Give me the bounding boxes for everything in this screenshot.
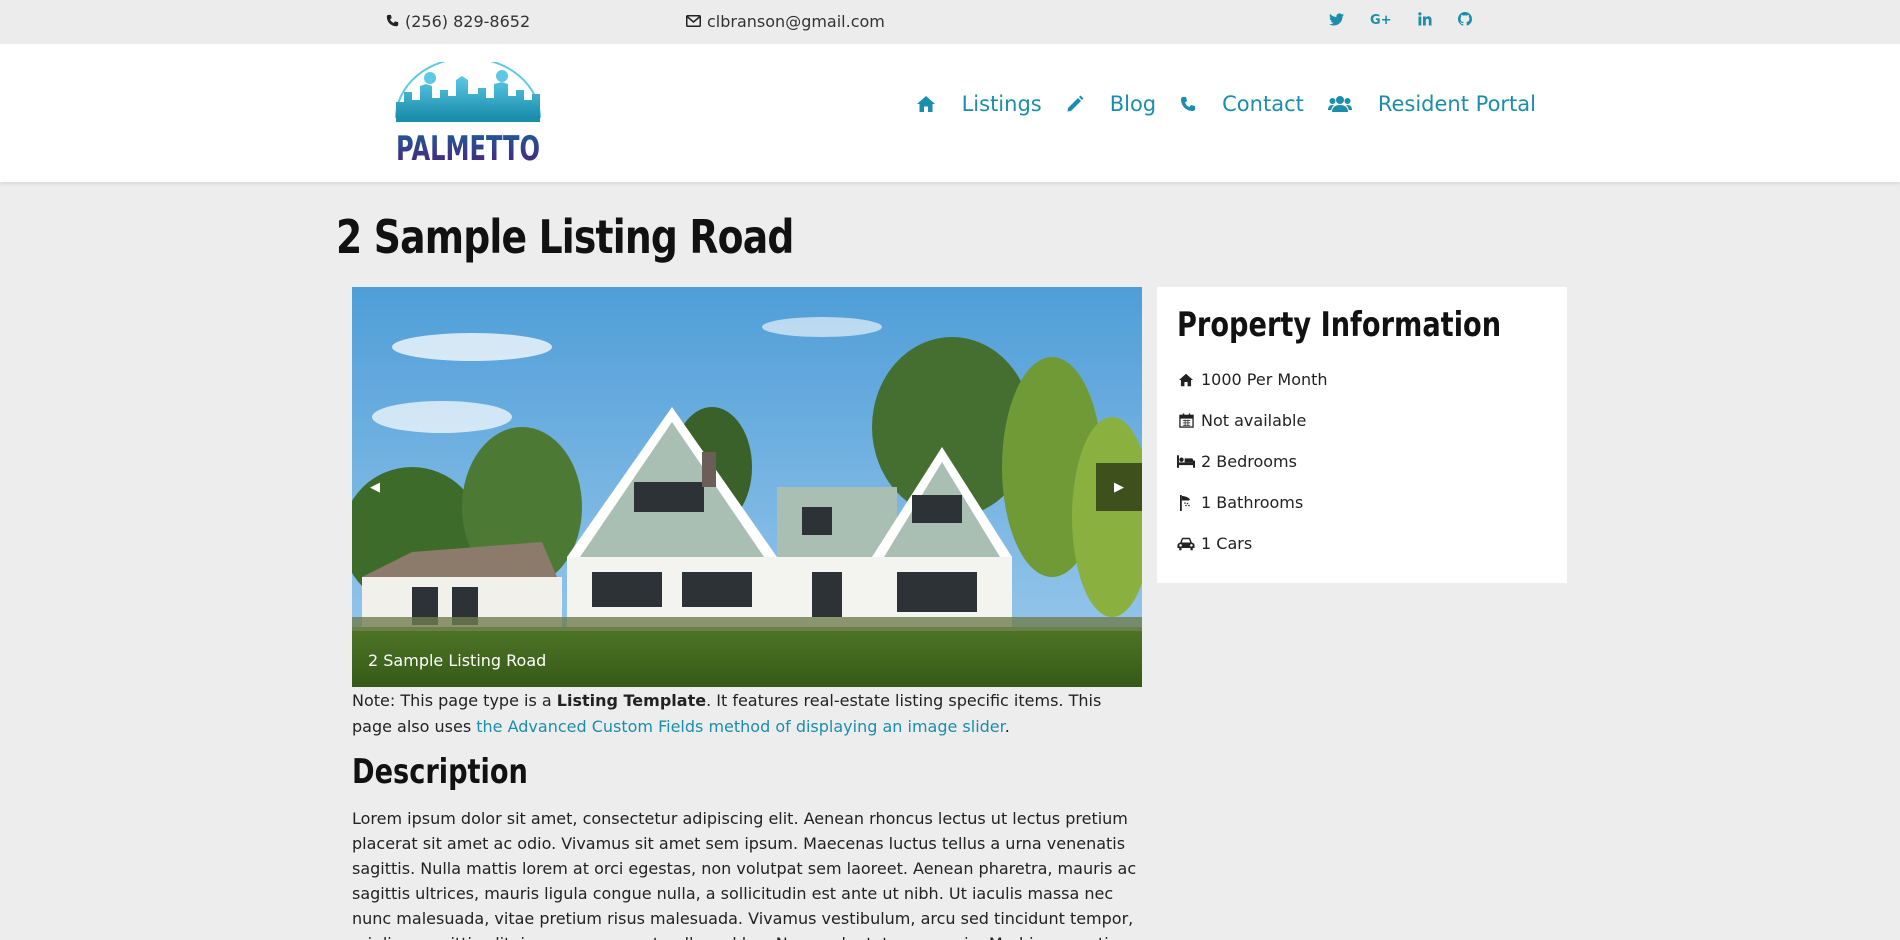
top-email: clbranson@gmail.com <box>686 12 885 31</box>
github-icon[interactable] <box>1458 12 1472 26</box>
property-bathrooms: 1 Bathrooms <box>1177 482 1328 523</box>
slider-next-button[interactable]: ▶ <box>1096 463 1142 511</box>
phone-icon <box>386 12 399 31</box>
site-header: PALMETTO Listings Blog Contact Resident … <box>0 44 1900 182</box>
description-heading: Description <box>352 752 528 792</box>
page-title: 2 Sample Listing Road <box>336 210 794 264</box>
envelope-icon <box>686 12 701 31</box>
users-icon <box>1327 95 1352 113</box>
palmetto-logo[interactable]: PALMETTO <box>390 57 546 169</box>
image-slider[interactable]: 2 Sample Listing Road ◀ ▶ <box>352 287 1142 687</box>
nav-item-listings[interactable]: Listings <box>916 92 1066 116</box>
acf-slider-link[interactable]: the Advanced Custom Fields method of dis… <box>476 717 1005 736</box>
slider-prev-button[interactable]: ◀ <box>352 463 398 511</box>
twitter-icon[interactable] <box>1329 12 1344 26</box>
property-cars: 1 Cars <box>1177 523 1328 564</box>
arrow-left-icon: ◀ <box>370 479 380 495</box>
property-bathrooms-text: 1 Bathrooms <box>1201 493 1304 512</box>
property-bedrooms: 2 Bedrooms <box>1177 441 1328 482</box>
top-bar: (256) 829-8652 clbranson@gmail.com G+ <box>0 0 1900 44</box>
house-photo <box>352 287 1142 687</box>
property-rent-text: 1000 Per Month <box>1201 370 1328 389</box>
property-cars-text: 1 Cars <box>1201 534 1253 553</box>
slide-caption: 2 Sample Listing Road <box>368 651 547 670</box>
home-icon <box>916 95 936 113</box>
property-availability: Not available <box>1177 400 1328 441</box>
google-plus-icon[interactable]: G+ <box>1370 12 1392 26</box>
svg-text:PALMETTO: PALMETTO <box>396 129 540 166</box>
main-nav: Listings Blog Contact Resident Portal <box>916 92 1536 116</box>
nav-label-resident-portal: Resident Portal <box>1377 92 1536 116</box>
linkedin-icon[interactable] <box>1418 12 1432 26</box>
nav-item-contact[interactable]: Contact <box>1180 92 1328 116</box>
phone-number: (256) 829-8652 <box>405 12 531 31</box>
phone-icon <box>1180 95 1196 113</box>
note-suffix: . <box>1004 717 1010 736</box>
nav-label-contact: Contact <box>1222 92 1304 116</box>
home-icon <box>1177 373 1195 387</box>
nav-item-blog[interactable]: Blog <box>1066 92 1180 116</box>
description-body: Lorem ipsum dolor sit amet, consectetur … <box>352 809 1137 940</box>
social-links: G+ <box>1329 12 1472 26</box>
property-bedrooms-text: 2 Bedrooms <box>1201 452 1297 471</box>
arrow-right-icon: ▶ <box>1114 479 1124 495</box>
property-rent: 1000 Per Month <box>1177 359 1328 400</box>
pencil-icon <box>1066 95 1084 113</box>
property-info-list: 1000 Per Month Not available 2 Bedrooms … <box>1177 359 1328 564</box>
bed-icon <box>1177 455 1195 468</box>
top-phone: (256) 829-8652 <box>386 12 530 31</box>
property-info-card: Property Information 1000 Per Month Not … <box>1157 287 1567 583</box>
property-availability-text: Not available <box>1201 411 1307 430</box>
note-bold: Listing Template <box>556 691 707 710</box>
nav-label-blog: Blog <box>1109 92 1157 116</box>
template-note: Note: This page type is a Listing Templa… <box>352 688 1142 740</box>
car-icon <box>1177 537 1195 551</box>
property-info-title: Property Information <box>1177 305 1502 345</box>
nav-label-listings: Listings <box>961 92 1042 116</box>
calendar-icon <box>1177 413 1195 428</box>
note-prefix: Note: This page type is a <box>352 691 557 710</box>
shower-icon <box>1177 494 1195 511</box>
nav-item-resident-portal[interactable]: Resident Portal <box>1327 92 1536 116</box>
svg-text:G+: G+ <box>1370 13 1392 26</box>
email-address[interactable]: clbranson@gmail.com <box>707 12 885 31</box>
